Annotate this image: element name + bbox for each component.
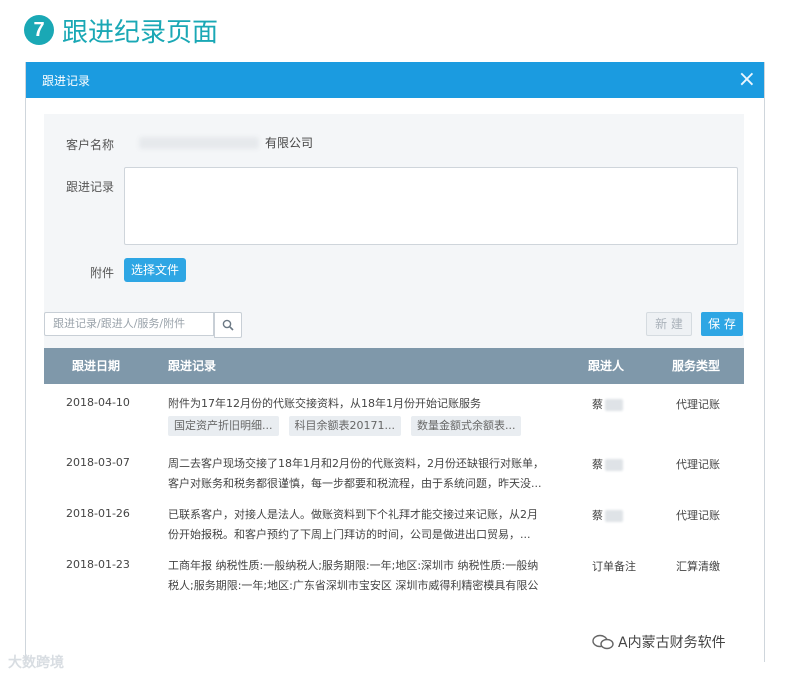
row-person-name: 蔡 [592,458,603,471]
table-row[interactable]: 2018-04-10 附件为17年12月份的代账交接资料，从18年1月份开始记账… [44,394,744,442]
modal-title-bar: 跟进记录 × [26,62,764,98]
watermark-right: A内蒙古财务软件 [588,630,730,654]
search-button[interactable] [214,312,242,338]
redacted-person [605,510,623,522]
new-button[interactable]: 新 建 [646,312,692,336]
row-date: 2018-01-26 [66,507,130,520]
redacted-person [605,459,623,471]
attachment-list: 国定资产折旧明细... 科目余额表20171... 数量金额式余额表... [168,416,548,436]
row-person-name: 蔡 [592,398,603,411]
attachment-tag[interactable]: 数量金额式余额表... [410,416,522,436]
follow-up-record-textarea[interactable] [124,167,738,245]
row-record-text: 周二去客户现场交接了18年1月和2月份的代账资料，2月份还缺银行对账单，客户对账… [168,457,544,490]
row-person: 蔡 [592,456,623,472]
row-person: 订单备注 [592,560,636,573]
row-person: 蔡 [592,396,623,412]
search-icon [222,319,234,331]
attachment-tag[interactable]: 国定资产折旧明细... [168,416,279,436]
customer-name-value: 有限公司 [139,133,339,153]
column-header-date: 跟进日期 [72,359,121,373]
follow-up-modal: 跟进记录 × 客户名称 有限公司 跟进记录 附件 选择文件 跟进记录/跟进人/服… [25,62,765,662]
row-date: 2018-03-07 [66,456,130,469]
page-heading-text: 跟进纪录页面 [62,17,219,48]
row-person: 蔡 [592,507,623,523]
row-record-text: 已联系客户，对接人是法人。做账资料到下个礼拜才能交接过来记账，从2月份开始报税。… [168,508,538,541]
row-service: 代理记账 [676,509,720,522]
modal-title: 跟进记录 [42,73,91,88]
choose-file-button[interactable]: 选择文件 [124,258,186,282]
customer-name-label: 客户名称 [65,138,114,152]
row-date: 2018-04-10 [66,396,130,409]
row-record-text: 附件为17年12月份的代账交接资料，从18年1月份开始记账服务 [168,397,481,410]
page-heading: 7 跟进纪录页面 [24,10,218,50]
table-header: 跟进日期 跟进记录 跟进人 服务类型 [44,348,744,384]
redacted-customer-name [139,137,259,149]
column-header-person: 跟进人 [588,359,625,373]
wechat-icon [592,634,614,650]
row-service: 汇算清缴 [676,560,720,573]
redacted-person [605,399,623,411]
row-date: 2018-01-23 [66,558,130,571]
column-header-service: 服务类型 [672,359,721,373]
table-row[interactable]: 2018-01-26 已联系客户，对接人是法人。做账资料到下个礼拜才能交接过来记… [44,505,744,549]
row-service: 代理记账 [676,458,720,471]
customer-name-suffix: 有限公司 [265,136,314,150]
column-header-record: 跟进记录 [168,359,217,373]
step-number-badge: 7 [24,15,54,45]
attachment-tag[interactable]: 科目余额表20171... [288,416,401,436]
follow-up-record-label: 跟进记录 [65,180,114,194]
watermark-right-text: A内蒙古财务软件 [618,635,726,651]
search-input[interactable]: 跟进记录/跟进人/服务/附件 [44,312,214,336]
attachment-label: 附件 [89,266,114,280]
close-icon[interactable]: × [738,69,756,91]
row-person-name: 蔡 [592,509,603,522]
row-service: 代理记账 [676,398,720,411]
row-record-text: 工商年报 纳税性质:一般纳税人;服务期限:一年;地区:深圳市 纳税性质:一般纳税… [168,559,539,592]
table-row[interactable]: 2018-03-07 周二去客户现场交接了18年1月和2月份的代账资料，2月份还… [44,454,744,498]
row-record: 附件为17年12月份的代账交接资料，从18年1月份开始记账服务 国定资产折旧明细… [168,394,548,436]
table-row[interactable]: 2018-01-23 工商年报 纳税性质:一般纳税人;服务期限:一年;地区:深圳… [44,556,744,600]
save-button[interactable]: 保 存 [701,312,743,336]
watermark-left: 大数跨境 [8,655,64,671]
